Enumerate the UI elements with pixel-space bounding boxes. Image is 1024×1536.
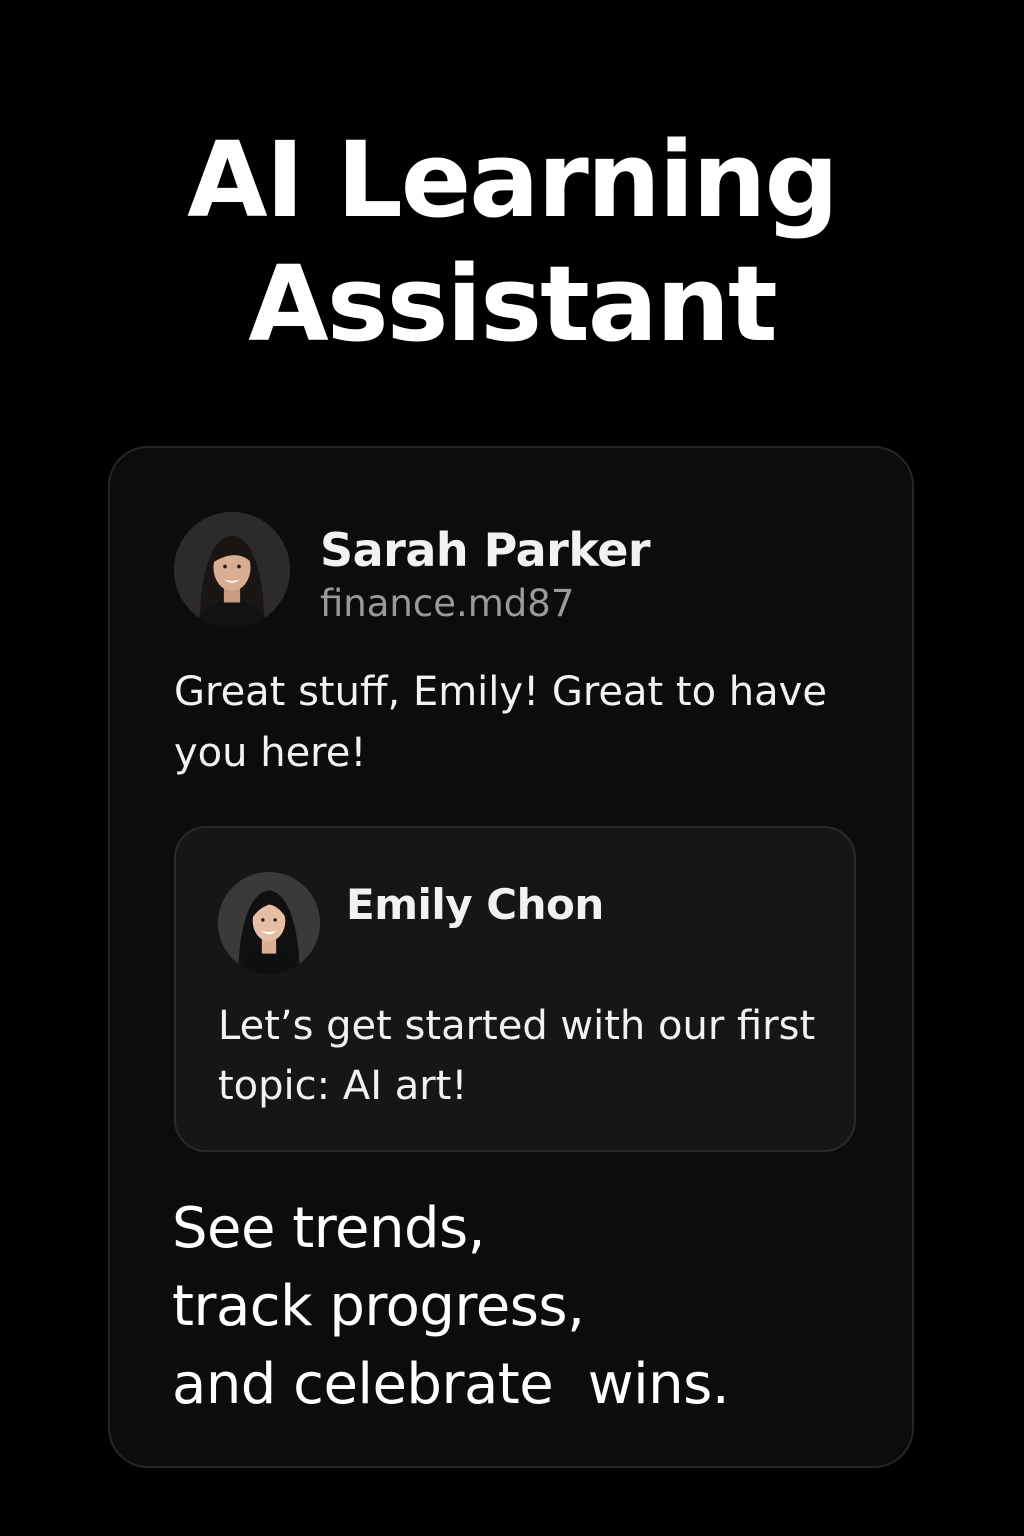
page: AI Learning Assistant Sarah Parker finan… xyxy=(0,0,1024,1536)
avatar-emily-chon[interactable] xyxy=(218,872,320,974)
tagline: See trends, track progress, and celebrat… xyxy=(172,1190,872,1424)
reply-author-name[interactable]: Emily Chon xyxy=(346,878,604,932)
author-name[interactable]: Sarah Parker xyxy=(320,522,651,578)
post-text: Great stuff, Emily! Great to have you he… xyxy=(174,669,827,776)
woman-portrait-icon xyxy=(174,512,290,628)
tagline-line-2: track progress, xyxy=(172,1274,585,1339)
reply-text: Let’s get started with our first topic: … xyxy=(218,1003,816,1109)
tagline-line-1: See trends, xyxy=(172,1196,485,1261)
tagline-line-3: and celebrate wins. xyxy=(172,1352,730,1417)
post-card: Sarah Parker finance.md87 Great stuff, E… xyxy=(108,446,914,1468)
reply-card[interactable]: Emily Chon Let’s get started with our fi… xyxy=(174,826,856,1152)
page-title-line-2: Assistant xyxy=(248,243,778,365)
page-title: AI Learning Assistant xyxy=(0,118,1024,366)
avatar-sarah-parker[interactable] xyxy=(174,512,290,628)
author-handle[interactable]: finance.md87 xyxy=(320,582,574,626)
page-title-line-1: AI Learning xyxy=(187,119,839,241)
woman-portrait-icon xyxy=(218,872,320,974)
